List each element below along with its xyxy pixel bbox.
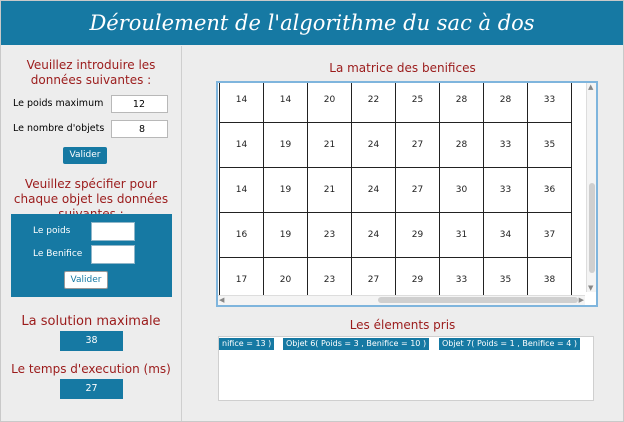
list-item[interactable]: Objet 7( Poids = 1 , Benifice = 4 ): [439, 338, 580, 350]
matrix-cell: 24: [351, 122, 396, 168]
matrix-cell: 14: [263, 83, 308, 123]
validate-object-button[interactable]: Valider: [64, 271, 108, 289]
matrix-cell: 27: [395, 122, 440, 168]
matrix-cell: 22: [351, 83, 396, 123]
benefit-field[interactable]: [91, 245, 135, 264]
app-header: Déroulement de l'algorithme du sac à dos: [1, 1, 623, 45]
scroll-left-icon[interactable]: ◀: [219, 296, 224, 304]
intro-title: Veuillez introduire les données suivante…: [26, 58, 156, 87]
validate-button[interactable]: Valider: [63, 147, 107, 164]
exec-time-value: 27: [60, 379, 123, 399]
selected-elements-list[interactable]: nifice = 13 ) Objet 6( Poids = 3 , Benif…: [218, 336, 594, 401]
matrix-cell: 19: [263, 167, 308, 213]
app-title: Déroulement de l'algorithme du sac à dos: [89, 11, 535, 35]
matrix-cell: 36: [527, 167, 572, 213]
matrix-cell: 28: [483, 83, 528, 123]
matrix-row: 14 19 21 24 27 28 33 35: [219, 122, 572, 168]
matrix-row: 16 19 23 24 29 31 34 37: [219, 212, 572, 258]
matrix-cell: 33: [527, 83, 572, 123]
matrix-row: 14 19 21 24 27 30 33 36: [219, 167, 572, 213]
elements-title: Les élements pris: [349, 318, 456, 332]
matrix-table: 14 14 20 22 25 28 28 33 14 19 21 24 27 28 33 35 14 19 21 24…: [219, 83, 572, 303]
weight-field[interactable]: [91, 222, 135, 241]
matrix-cell: 20: [307, 83, 352, 123]
matrix-cell: 24: [351, 212, 396, 258]
matrix-cell: 14: [219, 83, 264, 123]
scroll-right-icon[interactable]: ▶: [579, 296, 584, 304]
max-weight-field[interactable]: 12: [111, 95, 168, 113]
matrix-cell: 27: [395, 167, 440, 213]
left-panel: Veuillez introduire les données suivante…: [1, 46, 182, 421]
matrix-cell: 28: [439, 83, 484, 123]
matrix-horizontal-scrollbar[interactable]: ◀ ▶: [218, 295, 585, 305]
matrix-cell: 19: [263, 212, 308, 258]
matrix-cell: 29: [395, 212, 440, 258]
num-objects-label: Le nombre d'objets: [13, 123, 105, 134]
app-window: Déroulement de l'algorithme du sac à dos…: [0, 0, 624, 422]
matrix-cell: 37: [527, 212, 572, 258]
matrix-cell: 21: [307, 122, 352, 168]
list-item[interactable]: nifice = 13 ): [219, 338, 275, 350]
exec-time-title: Le temps d'execution (ms): [11, 362, 171, 376]
matrix-cell: 24: [351, 167, 396, 213]
benefit-label: Le Benifice: [33, 249, 83, 259]
matrix-vertical-scrollbar[interactable]: ▲ ▼: [586, 83, 596, 292]
num-objects-field[interactable]: 8: [111, 120, 168, 138]
matrix-cell: 33: [483, 167, 528, 213]
object-spec-panel: Le poids Le Benifice Valider: [11, 214, 172, 297]
matrix-cell: 16: [219, 212, 264, 258]
matrix-cell: 14: [219, 167, 264, 213]
max-solution-value: 38: [60, 331, 123, 351]
matrix-cell: 25: [395, 83, 440, 123]
matrix-title: La matrice des benifices: [329, 61, 476, 75]
matrix-cell: 23: [307, 212, 352, 258]
matrix-cell: 31: [439, 212, 484, 258]
matrix-horizontal-thumb[interactable]: [378, 297, 578, 303]
scroll-down-icon[interactable]: ▼: [588, 284, 593, 292]
matrix-cell: 33: [483, 122, 528, 168]
scroll-up-icon[interactable]: ▲: [588, 83, 593, 91]
max-solution-title: La solution maximale: [21, 314, 161, 329]
matrix-row: 14 14 20 22 25 28 28 33: [219, 83, 572, 123]
benefit-matrix[interactable]: 14 14 20 22 25 28 28 33 14 19 21 24 27 28 33 35 14 19 21 24…: [216, 81, 598, 307]
matrix-cell: 19: [263, 122, 308, 168]
weight-label: Le poids: [33, 226, 71, 236]
matrix-cell: 30: [439, 167, 484, 213]
matrix-cell: 14: [219, 122, 264, 168]
list-item[interactable]: Objet 6( Poids = 3 , Benifice = 10 ): [283, 338, 430, 350]
matrix-cell: 34: [483, 212, 528, 258]
right-panel: La matrice des benifices 14 14 20 22 25 28 28 3…: [182, 46, 623, 421]
matrix-cell: 35: [527, 122, 572, 168]
max-weight-label: Le poids maximum: [13, 98, 104, 109]
matrix-vertical-thumb[interactable]: [589, 183, 595, 273]
matrix-cell: 21: [307, 167, 352, 213]
matrix-cell: 28: [439, 122, 484, 168]
